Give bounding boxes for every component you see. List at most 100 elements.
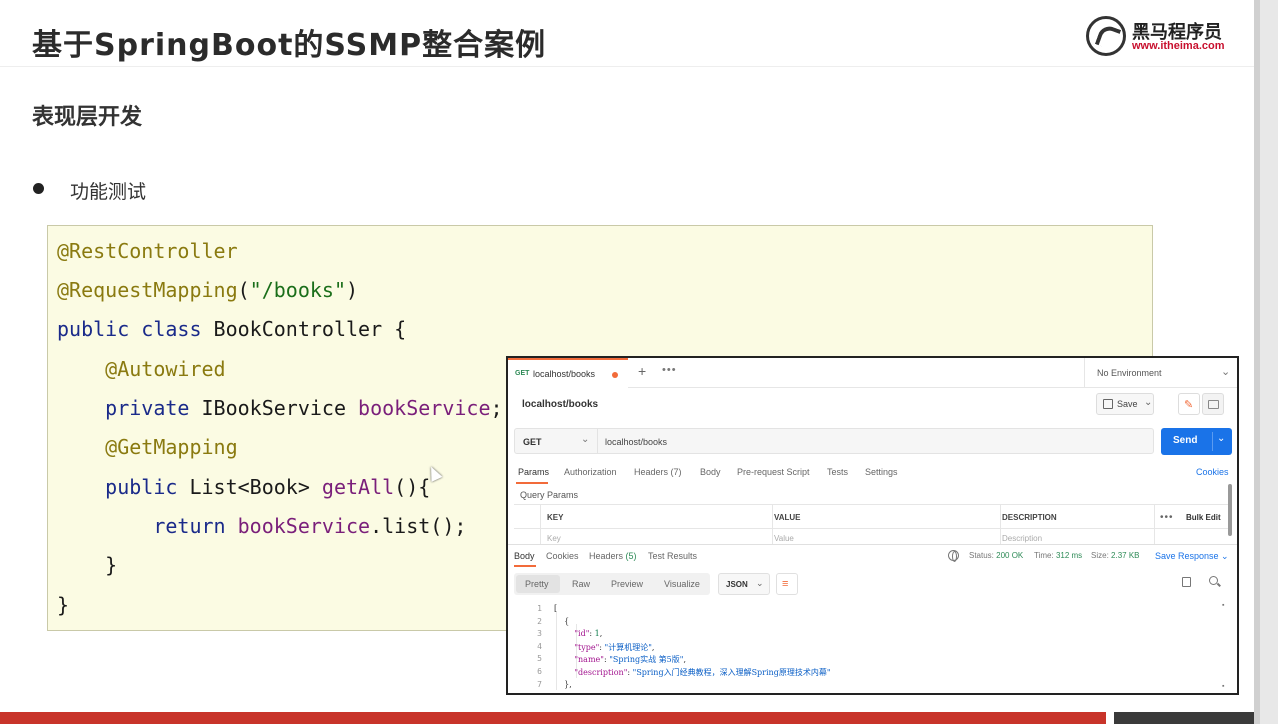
json-token: "description" xyxy=(574,668,628,677)
edit-button[interactable]: ✎ xyxy=(1178,393,1200,415)
tab-tests[interactable]: Tests xyxy=(827,467,848,477)
tab-more-icon[interactable]: ••• xyxy=(662,364,677,376)
url-input[interactable]: localhost/books xyxy=(605,437,667,447)
column-header-value: VALUE xyxy=(774,513,801,522)
chevron-down-icon[interactable]: ⌄ xyxy=(581,434,589,445)
response-tab-cookies[interactable]: Cookies xyxy=(546,551,579,561)
code-token: } xyxy=(57,553,118,577)
send-button[interactable]: Send ⌄ xyxy=(1161,428,1232,455)
logo-url: www.itheima.com xyxy=(1132,40,1225,52)
status-value: 200 OK xyxy=(996,551,1024,560)
size-readout[interactable]: Size: 2.37 KB xyxy=(1091,551,1140,560)
bulk-edit-button[interactable]: Bulk Edit xyxy=(1186,513,1221,522)
bullet-dot-icon xyxy=(33,183,44,194)
column-header-description: DESCRIPTION xyxy=(1002,513,1057,522)
code-token: ( xyxy=(237,278,250,302)
format-select[interactable]: JSON ⌄ xyxy=(718,573,770,595)
line-number: 5 xyxy=(537,654,542,664)
params-scrollbar[interactable] xyxy=(1228,484,1232,536)
code-line: return bookService.list(); xyxy=(57,514,466,542)
copy-icon[interactable] xyxy=(1182,577,1191,587)
value-input[interactable]: Value xyxy=(774,534,794,543)
active-tab-indicator xyxy=(514,565,536,567)
section-title: 表现层开发 xyxy=(32,105,143,130)
code-token: IBookService xyxy=(201,396,359,420)
code-token: public class xyxy=(57,317,214,341)
table-more-icon[interactable]: ••• xyxy=(1160,512,1174,523)
tab-body[interactable]: Body xyxy=(700,467,721,477)
json-line: "type": "计算机理论", xyxy=(554,642,654,653)
response-tab-headers[interactable]: Headers (5) xyxy=(589,551,637,561)
request-tab[interactable]: GET localhost/books xyxy=(508,358,628,388)
save-response-button[interactable]: Save Response ⌄ xyxy=(1155,551,1229,562)
request-name[interactable]: localhost/books xyxy=(522,399,598,410)
new-tab-plus-icon[interactable]: + xyxy=(638,363,646,379)
json-token: "计算机理论" xyxy=(604,642,652,652)
request-tab-name: localhost/books xyxy=(533,369,596,379)
cookies-link[interactable]: Cookies xyxy=(1196,467,1229,477)
format-label: JSON xyxy=(726,580,748,589)
json-token: "type" xyxy=(574,642,600,652)
pane-divider[interactable] xyxy=(508,544,1237,545)
code-line: public class BookController { xyxy=(57,317,406,345)
view-tab-raw[interactable]: Raw xyxy=(572,579,590,589)
code-token: (){ xyxy=(394,475,431,499)
documentation-button[interactable] xyxy=(1202,393,1224,415)
view-tab-visualize[interactable]: Visualize xyxy=(664,579,700,589)
code-token: bookService xyxy=(237,514,371,538)
time-readout[interactable]: Time: 312 ms xyxy=(1034,551,1082,560)
tab-authorization[interactable]: Authorization xyxy=(564,467,617,477)
search-icon[interactable] xyxy=(1209,576,1218,585)
chevron-down-icon[interactable]: ⌄ xyxy=(1217,433,1225,444)
chevron-down-icon[interactable]: ⌄ xyxy=(1144,397,1152,408)
tab-settings[interactable]: Settings xyxy=(865,467,898,477)
scroll-up-icon[interactable]: ▪ xyxy=(1222,602,1224,609)
line-number: 6 xyxy=(537,667,542,676)
query-params-table: KEY VALUE DESCRIPTION ••• Bulk Edit Key … xyxy=(514,504,1228,544)
response-body[interactable]: 1 [2 {3 "id": 1, 4 "type": "计算机理论", 5 "name… xyxy=(508,602,1237,693)
chevron-down-icon: ⌄ xyxy=(1221,366,1231,378)
response-tab-body[interactable]: Body xyxy=(514,551,535,561)
unsaved-dot-icon xyxy=(612,372,618,378)
line-number: 1 xyxy=(537,604,542,613)
method-select[interactable]: GET xyxy=(523,437,542,447)
json-line: [ xyxy=(554,604,557,613)
save-label: Save xyxy=(1117,399,1138,409)
tab-pre-request-script[interactable]: Pre-request Script xyxy=(737,467,810,477)
view-tab-preview[interactable]: Preview xyxy=(611,579,643,589)
status-readout[interactable]: Status: 200 OK xyxy=(969,551,1023,560)
line-number: 2 xyxy=(537,616,542,626)
key-input[interactable]: Key xyxy=(547,534,561,543)
footer-bar-red xyxy=(0,712,1106,724)
document-icon xyxy=(1208,400,1219,409)
view-tab-pretty[interactable]: Pretty xyxy=(525,579,549,589)
window-edge-shadow xyxy=(1254,0,1260,724)
tab-params[interactable]: Params xyxy=(518,467,549,477)
save-button[interactable]: Save ⌄ xyxy=(1096,393,1154,415)
status-label: Status: xyxy=(969,551,994,560)
active-tab-indicator xyxy=(516,482,548,484)
wrap-lines-button[interactable]: ≡ xyxy=(776,573,798,595)
code-token: @RestController xyxy=(57,239,238,263)
description-input[interactable]: Description xyxy=(1002,534,1042,543)
save-response-label: Save Response xyxy=(1155,551,1219,561)
response-headers-count: (5) xyxy=(625,551,637,561)
json-line: }, xyxy=(554,680,572,689)
json-token: "name" xyxy=(574,655,604,665)
environment-label: No Environment xyxy=(1097,368,1162,378)
table-border xyxy=(1154,504,1155,544)
tab-headers[interactable]: Headers (7) xyxy=(634,467,682,477)
table-border xyxy=(540,504,541,544)
scroll-down-icon[interactable]: ▪ xyxy=(1222,683,1224,690)
code-token: private xyxy=(105,396,202,420)
json-token: "id" xyxy=(574,629,590,639)
json-token: , xyxy=(599,629,603,639)
size-value: 2.37 KB xyxy=(1111,551,1140,560)
environment-select[interactable]: No Environment ⌄ xyxy=(1084,358,1237,388)
code-line: @Autowired xyxy=(57,357,225,385)
globe-icon[interactable] xyxy=(948,550,959,562)
response-tab-test-results[interactable]: Test Results xyxy=(648,551,697,561)
